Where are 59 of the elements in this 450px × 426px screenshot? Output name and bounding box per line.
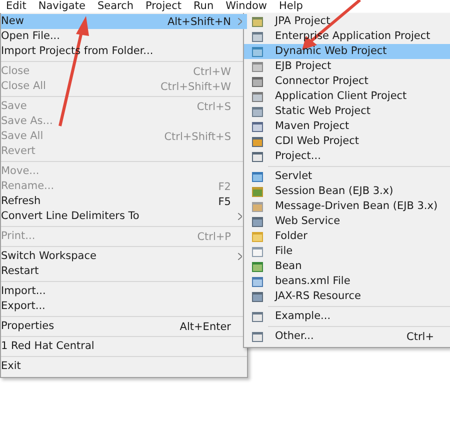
menu-item[interactable]: Folder bbox=[244, 229, 450, 244]
item-icon bbox=[252, 136, 263, 147]
menu-item[interactable]: Other... Ctrl+ bbox=[244, 329, 450, 344]
menu-item[interactable]: Restart bbox=[1, 264, 247, 279]
menu-item[interactable]: Maven Project bbox=[244, 119, 450, 134]
menu-bar-item[interactable]: Help bbox=[279, 0, 309, 13]
menu-item[interactable]: Bean bbox=[244, 259, 450, 274]
menu-item[interactable]: Project... bbox=[244, 149, 450, 164]
item-icon bbox=[252, 276, 263, 287]
item-icon bbox=[252, 291, 263, 302]
menu-item[interactable]: Session Bean (EJB 3.x) bbox=[244, 184, 450, 199]
menu-item[interactable]: Application Client Project bbox=[244, 89, 450, 104]
menu-item[interactable]: Open File... bbox=[1, 29, 247, 44]
menu-bar-item[interactable]: Edit bbox=[6, 0, 32, 13]
menu-bar-item[interactable]: Search bbox=[97, 0, 140, 13]
item-icon bbox=[252, 121, 263, 132]
item-icon bbox=[252, 16, 263, 27]
item-icon bbox=[252, 311, 263, 322]
menu-bar-item[interactable]: Window bbox=[226, 0, 274, 13]
menu-item[interactable]: Export... bbox=[1, 299, 247, 314]
menu-item[interactable]: Example... bbox=[244, 309, 450, 324]
menu-item[interactable]: Web Service bbox=[244, 214, 450, 229]
menu-item[interactable]: EJB Project bbox=[244, 59, 450, 74]
menu-item[interactable]: Servlet bbox=[244, 169, 450, 184]
menu-item[interactable]: 1 Red Hat Central bbox=[1, 339, 247, 354]
item-icon bbox=[252, 76, 263, 87]
item-icon bbox=[252, 186, 263, 197]
item-icon bbox=[252, 231, 263, 242]
menu-item[interactable]: Properties Alt+Enter bbox=[1, 319, 247, 334]
item-icon bbox=[252, 331, 263, 342]
item-icon bbox=[252, 91, 263, 102]
menu-item[interactable]: Import... bbox=[1, 284, 247, 299]
menu-item[interactable]: CDI Web Project bbox=[244, 134, 450, 149]
menu-item[interactable]: Convert Line Delimiters To bbox=[1, 209, 247, 224]
item-icon bbox=[252, 61, 263, 72]
menu-bar-item[interactable]: Project bbox=[146, 0, 188, 13]
menu-bar-item[interactable]: Run bbox=[193, 0, 220, 13]
menu-item[interactable]: New Alt+Shift+N bbox=[1, 14, 247, 29]
item-icon bbox=[252, 246, 263, 257]
menu-item[interactable]: Message-Driven Bean (EJB 3.x) bbox=[244, 199, 450, 214]
item-icon bbox=[252, 46, 263, 57]
menu-item[interactable]: Exit bbox=[1, 359, 247, 374]
menu-item[interactable]: Switch Workspace bbox=[1, 249, 247, 264]
item-icon bbox=[252, 31, 263, 42]
item-icon bbox=[252, 171, 263, 182]
menu-item[interactable]: Static Web Project bbox=[244, 104, 450, 119]
item-icon bbox=[252, 261, 263, 272]
item-icon bbox=[252, 106, 263, 117]
menu-item[interactable]: Connector Project bbox=[244, 74, 450, 89]
menu-item[interactable]: JAX-RS Resource bbox=[244, 289, 450, 304]
item-icon bbox=[252, 151, 263, 162]
menu-bar-item[interactable]: Navigate bbox=[38, 0, 92, 13]
item-icon bbox=[252, 216, 263, 227]
menu-item[interactable]: Refresh F5 bbox=[1, 194, 247, 209]
item-icon bbox=[252, 201, 263, 212]
menu-item[interactable]: Dynamic Web Project bbox=[244, 44, 450, 59]
menu-item[interactable]: JPA Project bbox=[244, 14, 450, 29]
menu-item[interactable]: beans.xml File bbox=[244, 274, 450, 289]
menu-item[interactable]: File bbox=[244, 244, 450, 259]
